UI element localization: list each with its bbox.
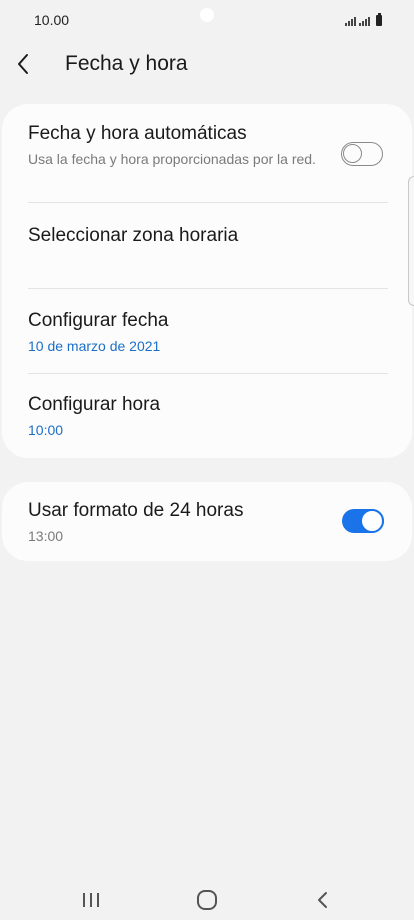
toggle-knob: [360, 509, 384, 533]
status-time: 10.00: [34, 12, 70, 28]
status-bar: 10.00: [0, 0, 414, 40]
auto-datetime-title: Fecha y hora automáticas: [28, 123, 247, 144]
set-time-title: Configurar hora: [28, 394, 161, 415]
auto-datetime-toggle[interactable]: [341, 142, 383, 166]
edge-panel-handle[interactable]: [408, 176, 414, 306]
set-date-value: 10 de marzo de 2021: [28, 338, 161, 354]
recent-apps-button[interactable]: [67, 876, 115, 920]
format-24h-toggle[interactable]: [342, 509, 384, 533]
chevron-left-icon: [18, 54, 28, 74]
timezone-title: Seleccionar zona horaria: [28, 225, 239, 246]
format-24h-value: 13:00: [28, 528, 64, 544]
toggle-knob: [343, 144, 362, 163]
format-24h-row[interactable]: Usar formato de 24 horas 13:00: [2, 482, 412, 561]
datetime-settings-card: Fecha y hora automáticas Usa la fecha y …: [2, 104, 412, 458]
set-time-value: 10:00: [28, 422, 64, 438]
navigation-bar: [0, 864, 414, 920]
set-date-title: Configurar fecha: [28, 310, 169, 331]
timezone-row[interactable]: Seleccionar zona horaria: [2, 203, 412, 288]
home-icon: [197, 890, 217, 910]
battery-icon: [376, 13, 382, 26]
format-settings-card: Usar formato de 24 horas 13:00: [2, 482, 412, 561]
back-button[interactable]: [16, 44, 64, 84]
phone-screen: 10.00 Fecha y hora Fecha y hora automáti…: [0, 0, 414, 920]
camera-cutout: [200, 8, 214, 22]
nav-back-button[interactable]: [299, 876, 347, 920]
app-header: Fecha y hora: [0, 44, 414, 84]
signal-icon-secondary: [359, 16, 370, 26]
recent-apps-icon: [83, 893, 99, 907]
status-icons: [345, 12, 382, 26]
set-date-row[interactable]: Configurar fecha 10 de marzo de 2021: [2, 289, 412, 373]
auto-datetime-subtitle: Usa la fecha y hora proporcionadas por l…: [28, 151, 316, 167]
page-title: Fecha y hora: [65, 52, 188, 75]
auto-datetime-row[interactable]: Fecha y hora automáticas Usa la fecha y …: [2, 104, 412, 203]
nav-back-icon: [318, 892, 327, 908]
home-button[interactable]: [183, 876, 231, 920]
set-time-row[interactable]: Configurar hora 10:00: [2, 374, 412, 458]
signal-icon: [345, 16, 356, 26]
format-24h-title: Usar formato de 24 horas: [28, 500, 244, 521]
